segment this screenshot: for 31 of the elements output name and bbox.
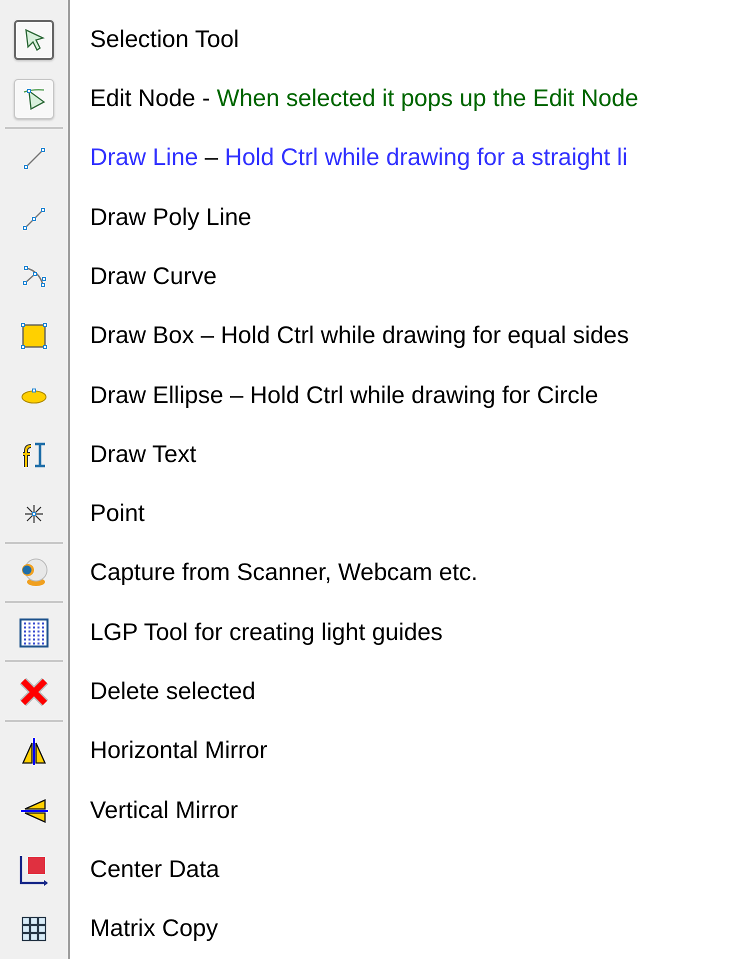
tool-description: Matrix Copy [90, 915, 218, 944]
ellipse-icon [20, 386, 48, 405]
webcam-icon [19, 558, 49, 588]
tool-description: Draw Box – Hold Ctrl while drawing for equal sides [90, 322, 629, 350]
rectangle-icon [20, 322, 48, 350]
text-tool-icon [20, 440, 48, 469]
delete-x-icon [19, 677, 49, 708]
tool-description: Capture from Scanner, Webcam etc. [90, 559, 478, 588]
grid-icon [19, 618, 49, 648]
tool-description: Edit Node - When selected it pops up the Edit Node [90, 84, 638, 113]
tool-button[interactable] [14, 78, 54, 119]
line-icon [22, 146, 46, 170]
tool-description: LGP Tool for creating light guides [90, 618, 443, 647]
tool-description: Horizontal Mirror [90, 737, 268, 766]
tool-description: Delete selected [90, 678, 256, 706]
polyline-icon [22, 206, 46, 230]
tool-description: Draw Poly Line [90, 204, 252, 232]
point-star-icon [23, 503, 45, 526]
tool-description: Draw Ellipse – Hold Ctrl while drawing for Circle [90, 382, 598, 410]
tool-description: Center Data [90, 856, 220, 884]
tool-description: Point [90, 500, 145, 528]
tool-description: Draw Curve [90, 262, 217, 291]
tool-description: Draw Text [90, 440, 196, 469]
horizontal-mirror-icon [19, 736, 49, 766]
matrix-copy-icon [21, 916, 47, 942]
center-data-icon [18, 854, 50, 886]
tool-description: Vertical Mirror [90, 796, 238, 825]
tool-description: Draw Line – Hold Ctrl while drawing for a straight li [90, 144, 628, 172]
curve-icon [21, 264, 47, 289]
tool-description: Selection Tool [90, 26, 239, 54]
tool-button[interactable] [14, 20, 54, 60]
